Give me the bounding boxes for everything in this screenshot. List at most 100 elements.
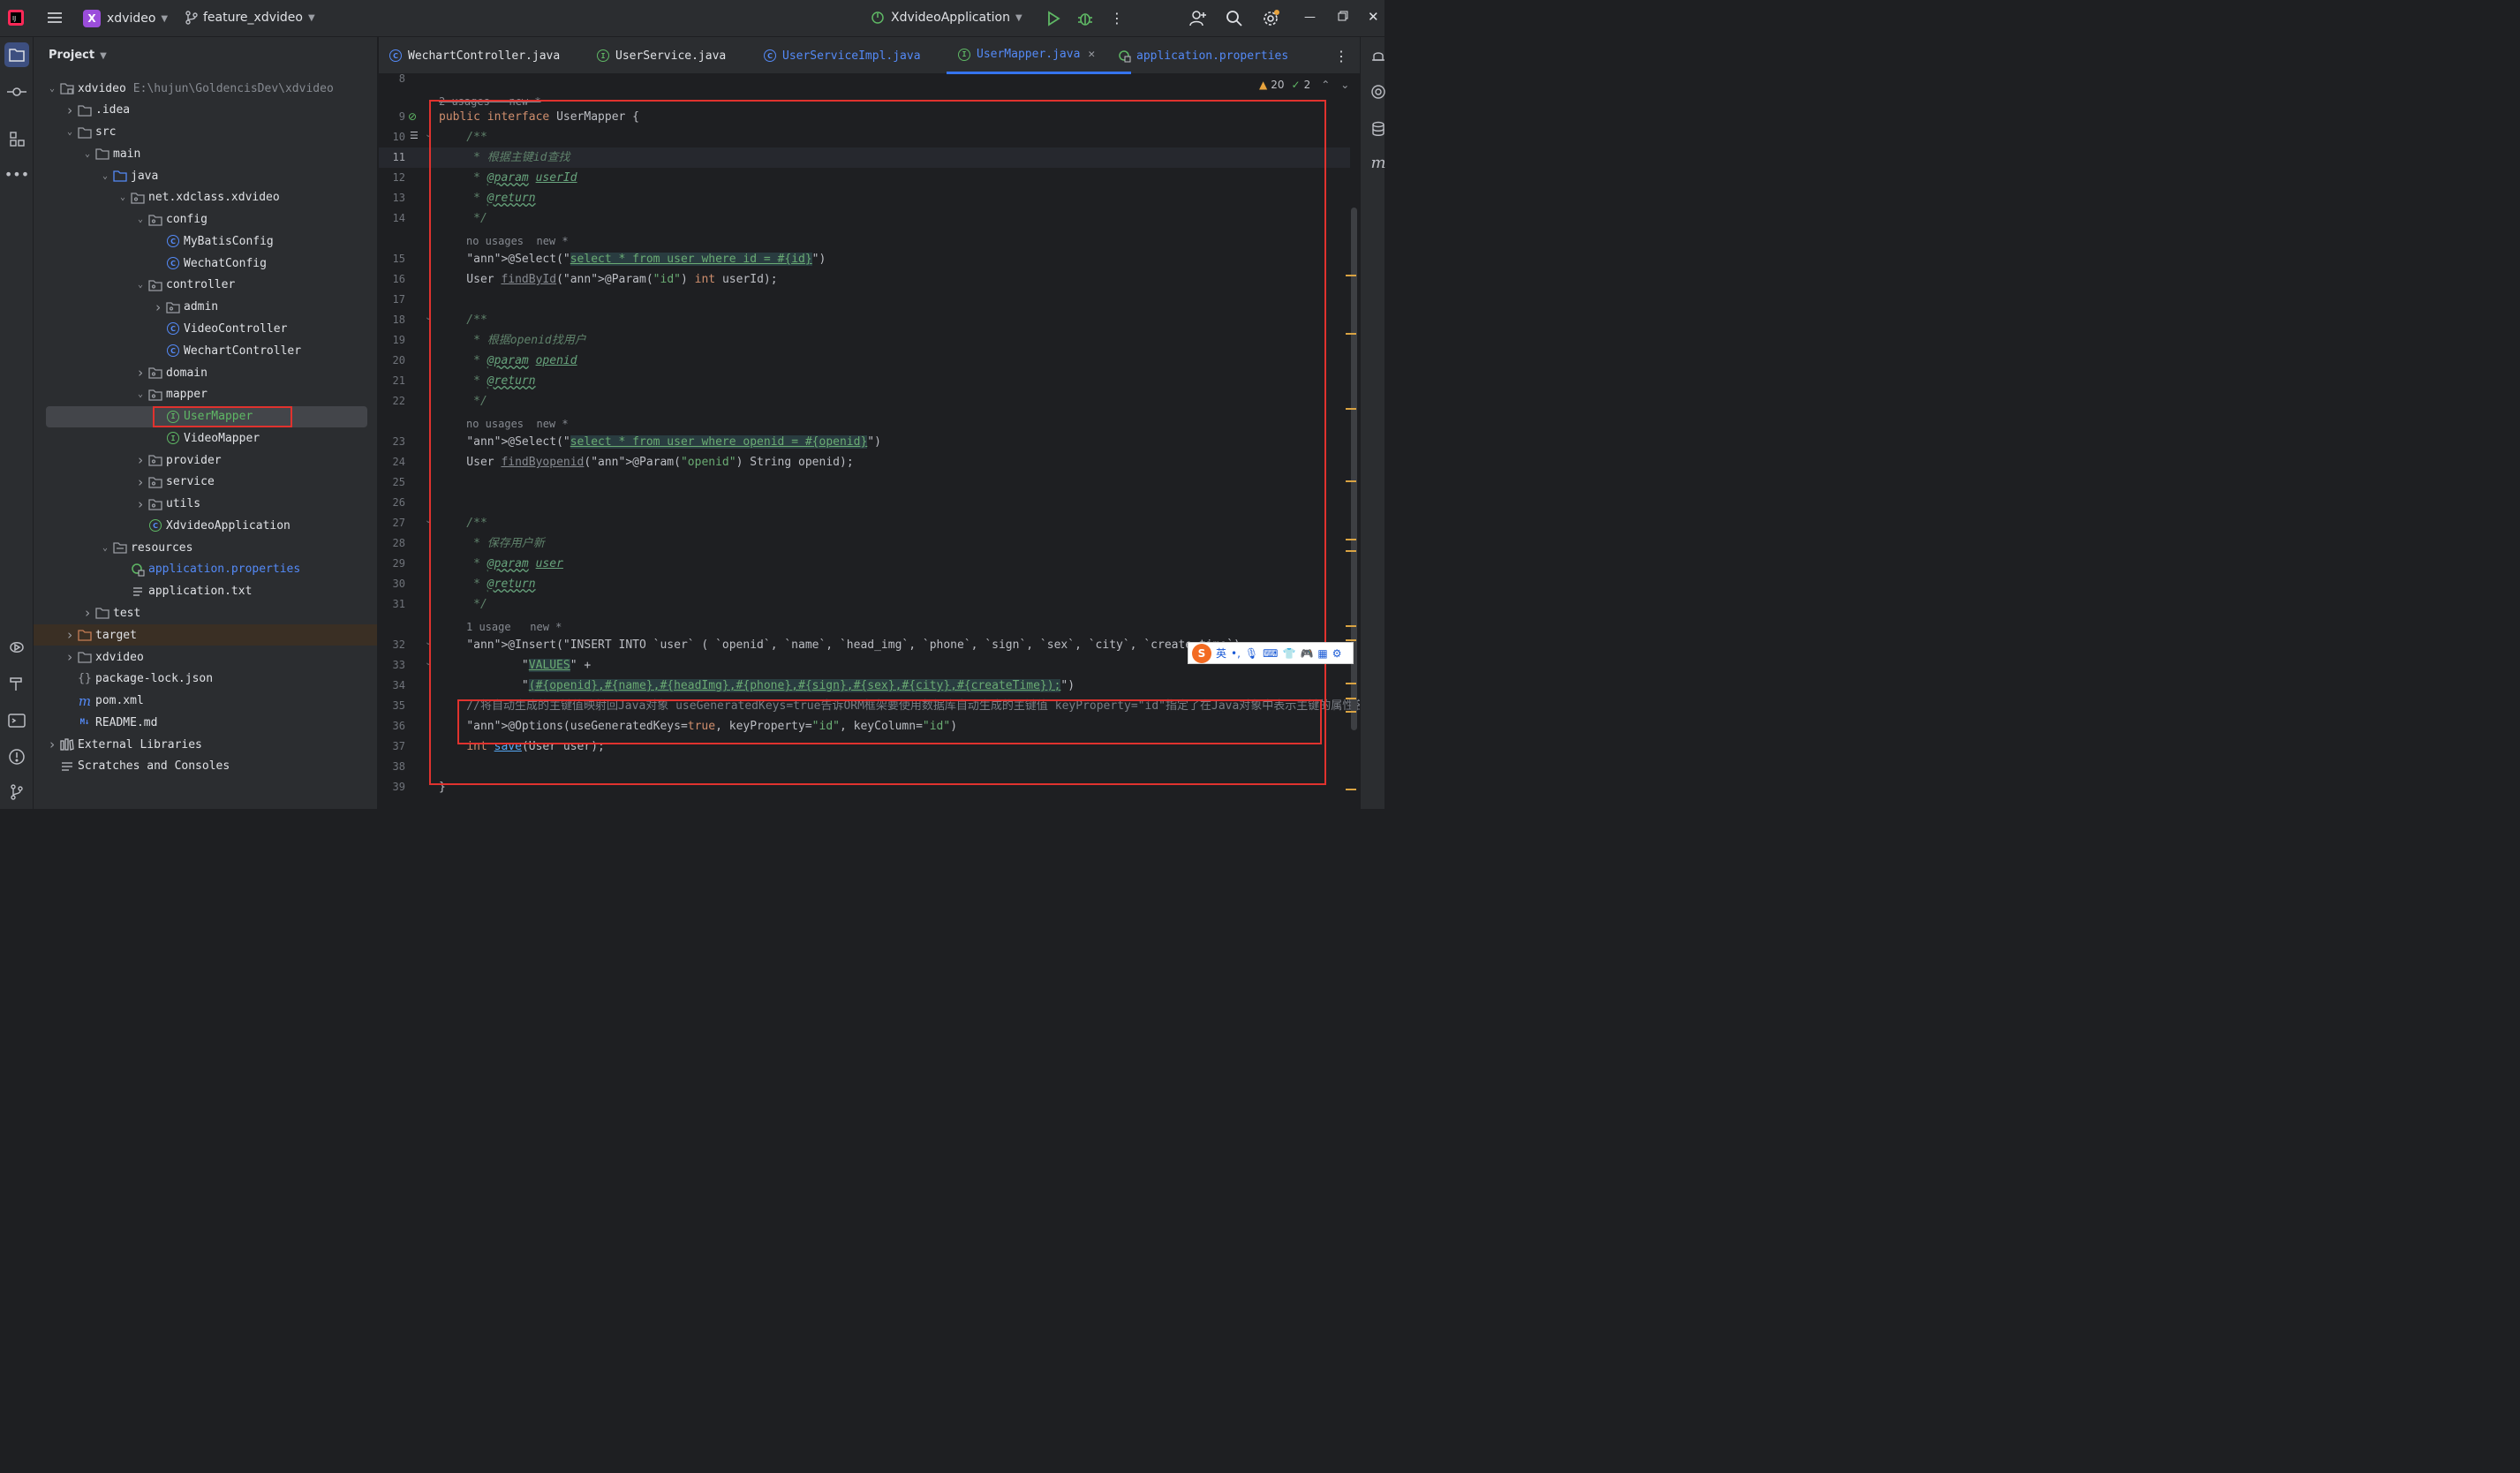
line-number[interactable]: 26 bbox=[379, 493, 405, 513]
chevron-down-icon[interactable]: ⌄ bbox=[64, 127, 76, 137]
line-number[interactable]: 24 bbox=[379, 452, 405, 472]
line-number[interactable]: 28 bbox=[379, 533, 405, 554]
warning-stripe-mark[interactable] bbox=[1346, 408, 1356, 410]
line-number[interactable]: 19 bbox=[379, 330, 405, 351]
ime-language[interactable]: 英 bbox=[1216, 646, 1226, 661]
settings-gear-icon[interactable] bbox=[1261, 9, 1280, 28]
previous-highlight-icon[interactable]: ⌃ bbox=[1321, 79, 1330, 91]
database-icon[interactable] bbox=[1368, 118, 1389, 140]
tree-item--idea[interactable]: › .idea bbox=[34, 100, 377, 121]
tree-item-service[interactable]: › service bbox=[34, 472, 377, 493]
more-actions-icon[interactable]: ⋮ bbox=[1110, 10, 1124, 26]
close-tab-icon[interactable]: ✕ bbox=[1088, 48, 1095, 61]
tab-userserviceimpl[interactable]: C UserServiceImpl.java bbox=[764, 37, 921, 74]
tree-item-test[interactable]: › test bbox=[34, 602, 377, 623]
line-number[interactable]: 34 bbox=[379, 676, 405, 696]
tree-item-wechatconfig[interactable]: C WechatConfig bbox=[34, 253, 377, 274]
tree-item-domain[interactable]: › domain bbox=[34, 362, 377, 383]
skin-icon[interactable]: 👕 bbox=[1282, 647, 1295, 660]
punctuation-icon[interactable]: •, bbox=[1231, 647, 1241, 660]
tree-item-target[interactable]: › target bbox=[34, 624, 377, 646]
tree-item-application-properties[interactable]: application.properties bbox=[34, 559, 377, 580]
line-number[interactable]: 22 bbox=[379, 391, 405, 412]
tree-item-config[interactable]: ⌄ config bbox=[34, 209, 377, 230]
keyboard-icon[interactable]: ⌨ bbox=[1263, 647, 1278, 660]
chevron-right-icon[interactable]: › bbox=[64, 102, 76, 118]
tree-item-application-txt[interactable]: application.txt bbox=[34, 581, 377, 602]
restore-window-icon[interactable] bbox=[1338, 11, 1348, 21]
line-number[interactable]: 13 bbox=[379, 188, 405, 208]
commit-tool-icon[interactable] bbox=[6, 81, 27, 102]
tree-item-mybatisconfig[interactable]: C MyBatisConfig bbox=[34, 230, 377, 252]
inspection-widget[interactable]: ▲ 20 ✓ 2 ⌃ ⌄ bbox=[1259, 79, 1349, 91]
warning-stripe-mark[interactable] bbox=[1346, 550, 1356, 552]
chevron-down-icon[interactable]: ⌄ bbox=[99, 171, 111, 181]
line-number[interactable]: 37 bbox=[379, 736, 405, 757]
tree-item-videocontroller[interactable]: C VideoController bbox=[34, 318, 377, 339]
tree-item-xdvideo[interactable]: › xdvideo bbox=[34, 646, 377, 668]
run-config-selector[interactable]: XdvideoApplication ▼ bbox=[870, 10, 1022, 26]
maven-icon[interactable]: m bbox=[1368, 152, 1389, 173]
chevron-down-icon[interactable]: ⌄ bbox=[134, 389, 147, 399]
tree-item-controller[interactable]: ⌄ controller bbox=[34, 275, 377, 296]
chevron-down-icon[interactable]: ⌄ bbox=[134, 215, 147, 224]
line-number[interactable]: 9 bbox=[379, 107, 405, 127]
ime-toolbar[interactable]: S 英 •, 🎙 ⌨ 👕 🎮 ▦ ⚙ bbox=[1188, 642, 1354, 664]
more-tools-icon[interactable]: ••• bbox=[4, 163, 29, 185]
tree-item-xdvideoapplication[interactable]: C XdvideoApplication bbox=[34, 515, 377, 536]
line-number[interactable]: 27 bbox=[379, 513, 405, 533]
problems-tool-icon[interactable] bbox=[6, 746, 27, 767]
tree-item-videomapper[interactable]: I VideoMapper bbox=[34, 427, 377, 449]
line-number[interactable]: 25 bbox=[379, 472, 405, 493]
line-number[interactable]: 39 bbox=[379, 777, 405, 797]
warning-stripe-mark[interactable] bbox=[1346, 539, 1356, 540]
line-number[interactable]: 18 bbox=[379, 310, 405, 330]
chevron-right-icon[interactable]: › bbox=[46, 736, 58, 752]
line-number[interactable]: 10 bbox=[379, 127, 405, 147]
chevron-down-icon[interactable]: ⌄ bbox=[46, 84, 58, 94]
warning-stripe-mark[interactable] bbox=[1346, 711, 1356, 713]
tree-item-xdvideo[interactable]: ⌄ xdvideo E:\hujun\GoldencisDev\xdvideo bbox=[34, 78, 377, 99]
tree-item-wechartcontroller[interactable]: C WechartController bbox=[34, 340, 377, 361]
add-user-icon[interactable] bbox=[1188, 9, 1208, 28]
line-number[interactable]: 15 bbox=[379, 249, 405, 269]
chevron-down-icon[interactable]: ⌄ bbox=[81, 149, 94, 159]
chevron-right-icon[interactable]: › bbox=[81, 605, 94, 621]
tree-item-admin[interactable]: › admin bbox=[34, 297, 377, 318]
tab-application-properties[interactable]: application.properties bbox=[1117, 37, 1288, 74]
close-window-icon[interactable]: ✕ bbox=[1368, 9, 1379, 25]
line-number[interactable]: 11 bbox=[379, 147, 405, 168]
tab-usermapper[interactable]: I UserMapper.java ✕ bbox=[947, 37, 1131, 74]
chevron-right-icon[interactable]: › bbox=[134, 496, 147, 512]
warning-stripe-mark[interactable] bbox=[1346, 480, 1356, 482]
line-number[interactable]: 20 bbox=[379, 351, 405, 371]
tree-item-scratches-and-consoles[interactable]: Scratches and Consoles bbox=[34, 756, 377, 777]
build-hammer-icon[interactable] bbox=[6, 673, 27, 694]
tree-item-utils[interactable]: › utils bbox=[34, 494, 377, 515]
tree-item-resources[interactable]: ⌄ resources bbox=[34, 537, 377, 558]
settings-icon[interactable]: ⚙ bbox=[1332, 647, 1342, 660]
line-number[interactable]: 12 bbox=[379, 168, 405, 188]
chevron-right-icon[interactable]: › bbox=[64, 649, 76, 665]
line-number[interactable]: 14 bbox=[379, 208, 405, 229]
tabs-more-icon[interactable]: ⋮ bbox=[1334, 37, 1348, 74]
reader-mode-icon[interactable]: ☰ bbox=[410, 130, 419, 141]
grid-icon[interactable]: ▦ bbox=[1317, 647, 1327, 660]
tree-item-net-xdclass-xdvideo[interactable]: ⌄ net.xdclass.xdvideo bbox=[34, 187, 377, 208]
git-tool-icon[interactable] bbox=[6, 782, 27, 803]
services-tool-icon[interactable] bbox=[6, 637, 27, 658]
debug-button[interactable] bbox=[1076, 10, 1094, 27]
chevron-right-icon[interactable]: › bbox=[134, 452, 147, 468]
warning-stripe-mark[interactable] bbox=[1346, 333, 1356, 335]
line-number[interactable]: 16 bbox=[379, 269, 405, 290]
project-switcher[interactable]: X xdvideo ▼ bbox=[83, 10, 168, 27]
line-number[interactable]: 33 bbox=[379, 655, 405, 676]
chevron-right-icon[interactable]: › bbox=[64, 627, 76, 643]
line-number[interactable]: 21 bbox=[379, 371, 405, 391]
tree-item-pom-xml[interactable]: m pom.xml bbox=[34, 691, 377, 712]
branch-switcher[interactable]: feature_xdvideo ▼ bbox=[185, 10, 315, 26]
notifications-bell-icon[interactable] bbox=[1368, 46, 1389, 67]
chevron-right-icon[interactable]: › bbox=[134, 365, 147, 381]
chevron-down-icon[interactable]: ⌄ bbox=[134, 280, 147, 290]
tree-item-readme-md[interactable]: M↓ README.md bbox=[34, 712, 377, 733]
